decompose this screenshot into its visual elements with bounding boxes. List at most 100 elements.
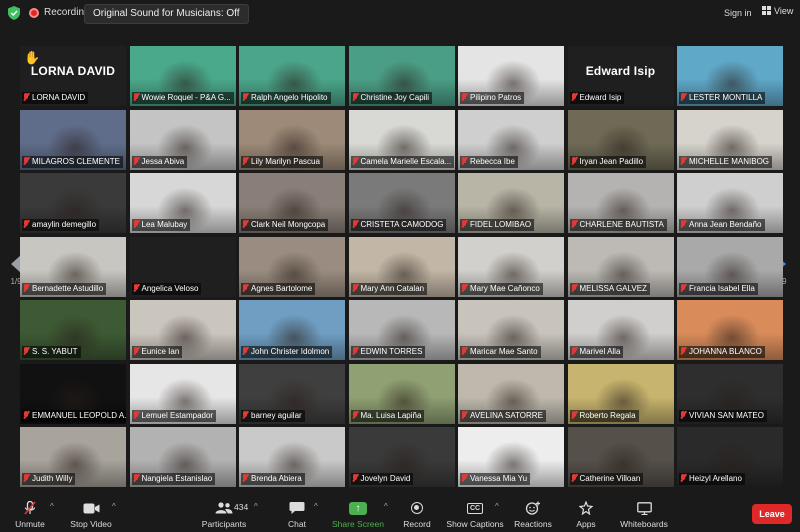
- view-button[interactable]: View: [762, 6, 793, 16]
- participant-tile[interactable]: Francia Isabel Ella: [677, 236, 783, 297]
- mic-muted-icon: [461, 410, 467, 419]
- mic-muted-icon: [461, 347, 467, 355]
- participant-tile[interactable]: Rebecca Ibe: [458, 109, 564, 170]
- participant-name: Lea Malubay: [141, 220, 188, 229]
- participant-tile[interactable]: Roberto Regala: [567, 363, 674, 424]
- participant-tile[interactable]: Mary Mae Cañonco: [458, 236, 564, 297]
- participants-options-chevron-icon[interactable]: ^: [254, 502, 258, 511]
- participant-tile[interactable]: amaylin demegillo: [20, 173, 126, 233]
- participant-name: Iryan Jean Padillo: [579, 156, 644, 166]
- participant-tile[interactable]: Pilipino Patros: [458, 46, 564, 106]
- participant-tile[interactable]: MILAGROS CLEMENTE: [20, 109, 126, 170]
- video-options-chevron-icon[interactable]: ^: [112, 502, 116, 511]
- participant-tile[interactable]: Anna Jean Bendaño: [677, 173, 783, 233]
- participant-tile[interactable]: Ma. Luisa Lapiña: [348, 363, 455, 424]
- mic-muted-icon: [571, 220, 577, 228]
- participant-tile[interactable]: Eunice Ian: [129, 300, 236, 360]
- chat-options-chevron-icon[interactable]: ^: [314, 502, 318, 511]
- participant-name-label: LORNA DAVID: [22, 92, 89, 104]
- mic-muted-icon: [680, 410, 686, 419]
- mic-muted-icon: [571, 347, 577, 355]
- mic-muted-icon: [23, 347, 29, 355]
- participant-name: Lemuel Estampador: [141, 410, 214, 420]
- participant-name: EDWIN TORRES: [360, 347, 423, 356]
- security-shield-icon[interactable]: [8, 6, 20, 20]
- participant-tile[interactable]: barney aguilar: [239, 363, 345, 424]
- mic-muted-icon: [23, 220, 29, 228]
- participant-tile[interactable]: Judith Willy: [20, 427, 126, 487]
- whiteboards-button[interactable]: Whiteboards: [609, 500, 679, 529]
- participant-tile[interactable]: Clark Neil Mongcopa: [239, 173, 345, 233]
- closed-captions-icon: CC: [466, 502, 484, 514]
- participant-tile[interactable]: Christine Joy Capili: [348, 46, 455, 106]
- participant-name-label: Jovelyn David: [350, 473, 414, 485]
- sign-in-link[interactable]: Sign in: [724, 8, 752, 18]
- participant-name-label: FIDEL LOMIBAO: [460, 219, 535, 231]
- participant-name-label: Iryan Jean Padillo: [569, 155, 647, 168]
- participant-tile[interactable]: Camela Marielle Escala...: [348, 109, 455, 170]
- participant-tile[interactable]: Wowie Roquel - P&A G...: [129, 46, 236, 106]
- participant-name-label: Camela Marielle Escala...: [350, 155, 455, 168]
- participant-tile[interactable]: MELISSA GALVEZ: [567, 236, 674, 297]
- participant-tile[interactable]: Ralph Angelo Hipolito: [239, 46, 345, 106]
- participant-name-label: CHARLENE BAUTISTA: [569, 219, 667, 231]
- participant-tile[interactable]: CRISTETA CAMODOG: [348, 173, 455, 233]
- participant-name: Clark Neil Mongcopa: [251, 220, 326, 229]
- participant-tile[interactable]: Lea Malubay: [129, 173, 236, 233]
- participant-tile[interactable]: EMMANUEL LEOPOLD A...: [20, 363, 126, 424]
- audio-options-chevron-icon[interactable]: ^: [50, 502, 54, 511]
- participant-tile[interactable]: Jessa Abiva: [129, 109, 236, 170]
- participant-tile[interactable]: Edward Isip Edward Isip: [567, 46, 674, 106]
- participant-tile[interactable]: Lily Marilyn Pascua: [239, 109, 345, 170]
- participant-tile[interactable]: AVELINA SATORRE: [458, 363, 564, 424]
- leave-button[interactable]: Leave: [752, 504, 792, 524]
- participant-tile[interactable]: LORNA DAVID ✋ LORNA DAVID: [20, 46, 126, 106]
- mic-muted-icon: [680, 156, 686, 165]
- mic-muted-icon: [461, 283, 467, 292]
- whiteboards-label: Whiteboards: [620, 519, 668, 529]
- participants-label: Participants: [201, 519, 247, 529]
- participant-tile[interactable]: Heizyl Arellano: [677, 427, 783, 487]
- participant-tile[interactable]: Maricar Mae Santo: [458, 300, 564, 360]
- participant-tile[interactable]: Agnes Bartolome: [239, 236, 345, 297]
- participant-tile[interactable]: LESTER MONTILLA: [677, 46, 783, 106]
- participant-name: Angelica Veloso: [141, 283, 199, 293]
- participant-name: MILAGROS CLEMENTE: [32, 156, 121, 166]
- participants-button[interactable]: Participants: [189, 500, 259, 529]
- participant-name-label: Ralph Angelo Hipolito: [241, 92, 331, 104]
- participant-tile[interactable]: Vanessa Mia Yu: [458, 427, 564, 487]
- participant-name-label: Maricar Mae Santo: [460, 346, 541, 358]
- participant-tile[interactable]: MICHELLE MANIBOG: [677, 109, 783, 170]
- participant-tile[interactable]: Nangiela Estanislao: [129, 427, 236, 487]
- participant-tile[interactable]: John Christer Idolmon: [239, 300, 345, 360]
- participant-tile[interactable]: Bernadette Astudillo: [20, 236, 126, 297]
- mic-muted-icon: [242, 474, 248, 482]
- participant-name: Lily Marilyn Pascua: [251, 156, 320, 166]
- participant-tile[interactable]: Mary Ann Catalan: [348, 236, 455, 297]
- participant-name: Judith Willy: [32, 474, 73, 483]
- participant-tile[interactable]: Catherine Villoan: [567, 427, 674, 487]
- participant-tile[interactable]: S. S. YABUT: [20, 300, 126, 360]
- participant-tile[interactable]: CHARLENE BAUTISTA: [567, 173, 674, 233]
- chat-button[interactable]: Chat: [262, 500, 332, 529]
- participant-name-label: Rebecca Ibe: [460, 155, 518, 168]
- participant-tile[interactable]: FIDEL LOMIBAO: [458, 173, 564, 233]
- mic-muted-icon: [242, 156, 248, 165]
- participant-display-name: LORNA DAVID: [30, 64, 116, 78]
- participant-name: Rebecca Ibe: [470, 156, 515, 166]
- participant-tile[interactable]: Brenda Abiera: [239, 427, 345, 487]
- participant-tile[interactable]: Lemuel Estampador: [129, 363, 236, 424]
- participant-tile[interactable]: Angelica Veloso: [129, 236, 236, 297]
- participant-tile[interactable]: Iryan Jean Padillo: [567, 109, 674, 170]
- participant-tile[interactable]: Marivel Alla: [567, 300, 674, 360]
- participant-tile[interactable]: VIVIAN SAN MATEO: [677, 363, 783, 424]
- participant-name-label: MELISSA GALVEZ: [569, 282, 650, 295]
- participant-tile[interactable]: EDWIN TORRES: [348, 300, 455, 360]
- participant-name: Jessa Abiva: [141, 156, 185, 166]
- participant-tile[interactable]: JOHANNA BLANCO: [677, 300, 783, 360]
- participant-name-label: Vanessa Mia Yu: [460, 473, 531, 485]
- participant-tile[interactable]: Jovelyn David: [348, 427, 455, 487]
- participant-name-label: Jessa Abiva: [131, 155, 188, 168]
- original-sound-toggle[interactable]: Original Sound for Musicians: Off: [84, 4, 249, 24]
- participant-display-name: Edward Isip: [585, 64, 656, 78]
